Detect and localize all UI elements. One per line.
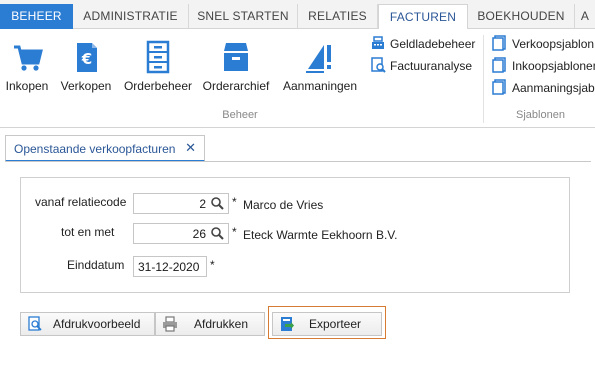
vanaf-relatiecode-input[interactable]: 2 xyxy=(133,193,229,214)
tab-openstaande-verkoopfacturen[interactable]: Openstaande verkoopfacturen ✕ xyxy=(5,135,205,162)
einddatum-label: Einddatum xyxy=(67,258,125,272)
vanaf-relatiecode-value: 2 xyxy=(199,197,206,211)
cash-register-icon xyxy=(372,36,384,49)
euro-document-icon: € xyxy=(77,43,97,72)
inkoopsjablonen-label: Inkoopsjablonen xyxy=(512,59,595,73)
tab-relaties[interactable]: RELATIES xyxy=(298,4,378,29)
aanmaningssjablonen-label: Aanmaningsjab xyxy=(512,81,595,95)
doc-tab-title: Openstaande verkoopfacturen xyxy=(14,142,176,156)
exporteer-label: Exporteer xyxy=(309,317,362,331)
template-document-icon xyxy=(492,57,506,73)
geldladebeheer-button[interactable]: Geldladebeheer xyxy=(370,35,475,51)
template-document-icon xyxy=(492,79,506,95)
group-separator xyxy=(483,35,484,123)
tot-en-met-relatie-name: Eteck Warmte Eekhoorn B.V. xyxy=(243,228,398,242)
tot-en-met-value: 26 xyxy=(192,227,206,241)
svg-text:€: € xyxy=(81,50,92,68)
required-marker: * xyxy=(232,225,237,239)
inkoopsjablonen-button[interactable]: Inkoopsjablonen xyxy=(492,57,595,73)
verkoopsjablonen-label: Verkoopsjablon xyxy=(512,37,595,51)
group-label-beheer: Beheer xyxy=(222,109,258,121)
content-divider xyxy=(5,161,591,162)
vanaf-relatiecode-label: vanaf relatiecode xyxy=(35,195,127,209)
orderarchief-label: Orderarchief xyxy=(202,79,270,93)
einddatum-input[interactable]: 31-12-2020 xyxy=(133,256,207,277)
geldladebeheer-label: Geldladebeheer xyxy=(390,37,476,51)
tot-en-met-input[interactable]: 26 xyxy=(133,223,229,244)
tab-beheer[interactable]: BEHEER xyxy=(0,4,73,29)
verkoopsjablonen-button[interactable]: Verkoopsjablon xyxy=(492,35,594,51)
filing-cabinet-icon xyxy=(146,40,170,74)
inkopen-button[interactable]: Inkopen xyxy=(4,39,50,93)
aanmaningen-button[interactable]: Aanmaningen xyxy=(280,39,360,93)
tab-boekhouden[interactable]: BOEKHOUDEN xyxy=(468,4,575,29)
printer-icon xyxy=(163,316,177,332)
aanmaningssjablonen-button[interactable]: Aanmaningsjab xyxy=(492,79,595,95)
search-icon[interactable] xyxy=(210,196,225,211)
aanmaningen-label: Aanmaningen xyxy=(282,79,358,93)
export-icon xyxy=(281,317,294,331)
tab-more[interactable]: A xyxy=(575,4,595,29)
warning-document-icon xyxy=(306,45,331,73)
close-icon[interactable]: ✕ xyxy=(185,140,196,156)
orderbeheer-button[interactable]: Orderbeheer xyxy=(122,39,194,93)
search-icon[interactable] xyxy=(210,226,225,241)
factuuranalyse-label: Factuuranalyse xyxy=(390,59,473,73)
group-label-sjablonen: Sjablonen xyxy=(516,109,565,121)
orderarchief-button[interactable]: Orderarchief xyxy=(200,39,272,93)
template-document-icon xyxy=(492,35,506,51)
verkopen-button[interactable]: € Verkopen xyxy=(58,39,114,93)
archive-box-icon xyxy=(224,43,248,71)
verkopen-label: Verkopen xyxy=(60,79,112,93)
magnifier-document-icon xyxy=(371,57,386,73)
shopping-cart-icon xyxy=(14,45,43,71)
ribbon-tab-bar: BEHEER ADMINISTRATIE SNEL STARTEN RELATI… xyxy=(0,0,595,30)
print-preview-icon xyxy=(28,316,42,331)
required-marker: * xyxy=(210,258,215,272)
ribbon-panel: Inkopen € Verkopen Orderbeheer Orderarch… xyxy=(0,29,595,128)
einddatum-value: 31-12-2020 xyxy=(138,260,200,274)
tab-administratie[interactable]: ADMINISTRATIE xyxy=(73,4,189,29)
tab-snel-starten[interactable]: SNEL STARTEN xyxy=(189,4,298,29)
factuuranalyse-button[interactable]: Factuuranalyse xyxy=(370,57,472,73)
filter-panel: vanaf relatiecode 2 * Marco de Vries tot… xyxy=(20,177,570,293)
required-marker: * xyxy=(232,195,237,209)
afdrukken-label: Afdrukken xyxy=(194,317,249,331)
tot-en-met-label: tot en met xyxy=(61,225,115,239)
afdrukken-button[interactable]: Afdrukken xyxy=(155,312,265,336)
orderbeheer-label: Orderbeheer xyxy=(123,79,193,93)
exporteer-button[interactable]: Exporteer xyxy=(272,312,382,336)
document-tab-strip: Openstaande verkoopfacturen ✕ xyxy=(0,128,595,162)
inkopen-label: Inkopen xyxy=(5,79,49,93)
tab-facturen[interactable]: FACTUREN xyxy=(378,4,468,30)
vanaf-relatie-name: Marco de Vries xyxy=(243,198,324,212)
afdrukvoorbeeld-label: Afdrukvoorbeeld xyxy=(53,317,141,331)
afdrukvoorbeeld-button[interactable]: Afdrukvoorbeeld xyxy=(20,312,155,336)
